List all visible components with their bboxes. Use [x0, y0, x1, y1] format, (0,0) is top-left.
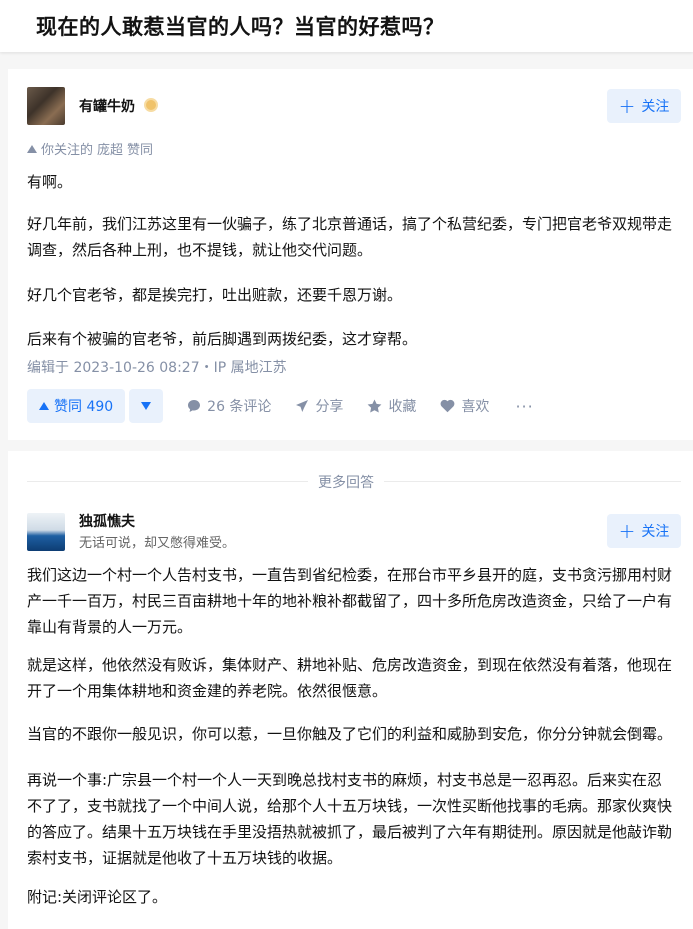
answer-paragraph: 再说一个事:广宗县一个村一个人一天到晚总找村支书的麻烦，村支书总是一忍再忍。后来…	[27, 771, 673, 867]
upvote-icon	[39, 402, 49, 410]
upvote-note-user[interactable]: 庞超	[97, 139, 123, 158]
more-options-button[interactable]: ···	[515, 397, 533, 416]
upvote-note-prefix: 你关注的	[41, 143, 94, 158]
verified-badge-icon	[144, 98, 158, 112]
answer-paragraph: 后来有个被骗的官老爷，前后脚遇到两拨纪委，这才穿帮。	[27, 330, 418, 348]
author-name[interactable]: 有罐牛奶	[79, 96, 135, 116]
share-label: 分享	[315, 399, 344, 415]
author-bio: 无话可说，却又憋得难受。	[79, 536, 236, 551]
plus-icon: +	[618, 94, 636, 118]
question-title[interactable]: 现在的人敢惹当官的人吗？当官的好惹吗？	[36, 11, 445, 41]
comment-label: 26 条评论	[207, 399, 272, 415]
star-icon	[368, 399, 382, 413]
follow-button[interactable]: + 关注	[607, 89, 681, 123]
answer-paragraph: 好几个官老爷，都是挨完打，吐出赃款，还要千恩万谢。	[27, 286, 403, 304]
follow-label: 关注	[641, 99, 670, 115]
action-bar: 赞同 490 26 条评论 分享 收藏 喜欢 ···	[27, 389, 534, 423]
friend-upvote-note: 你关注的 庞超 赞同	[27, 139, 153, 158]
plus-icon: +	[618, 519, 636, 543]
more-answers-label: 更多回答	[308, 472, 384, 492]
answer-paragraph: 我们这边一个村一个人告村支书，一直告到省纪检委，在邢台市平乡县开的庭，支书贪污挪…	[27, 566, 673, 636]
avatar[interactable]	[27, 513, 65, 551]
collect-label: 收藏	[388, 399, 417, 415]
answer-card: 更多回答 独孤憔夫 无话可说，却又憋得难受。 + 关注 我们这边一个村一个人告村…	[8, 451, 693, 929]
upvote-triangle-icon	[27, 144, 37, 153]
upvote-label: 赞同 490	[54, 399, 114, 415]
answer-paragraph: 附记:关闭评论区了。	[27, 888, 168, 906]
downvote-icon	[141, 402, 152, 410]
follow-label: 关注	[641, 524, 670, 540]
answer-paragraph: 有啊。	[27, 173, 73, 191]
like-label: 喜欢	[461, 399, 490, 415]
comment-button[interactable]: 26 条评论	[187, 396, 271, 416]
answer-paragraph: 就是这样，他依然没有败诉，集体财产、耕地补贴、危房改造资金，到现在依然没有着落，…	[27, 656, 673, 700]
answer-paragraph: 好几年前，我们江苏这里有一伙骗子，练了北京普通话，搞了个私营纪委，专门把官老爷双…	[27, 215, 673, 259]
follow-button[interactable]: + 关注	[607, 514, 681, 548]
comment-icon	[188, 400, 201, 412]
answer-paragraph: 当官的不跟你一般见识，你可以惹，一旦你触及了它们的利益和威胁到安危，你分分钟就会…	[27, 725, 673, 743]
author-name[interactable]: 独孤憔夫	[79, 511, 135, 531]
like-button[interactable]: 喜欢	[440, 396, 489, 416]
share-button[interactable]: 分享	[295, 396, 343, 416]
downvote-button[interactable]	[129, 389, 164, 423]
avatar[interactable]	[27, 87, 65, 125]
upvote-button[interactable]: 赞同 490	[27, 389, 126, 423]
collect-button[interactable]: 收藏	[367, 396, 416, 416]
share-icon	[296, 400, 309, 412]
question-header: 现在的人敢惹当官的人吗？当官的好惹吗？	[0, 0, 693, 52]
upvote-note-action: 赞同	[127, 143, 154, 158]
edit-timestamp[interactable]: 编辑于 2023-10-26 08:27・IP 属地江苏	[27, 357, 287, 377]
heart-icon	[441, 399, 455, 413]
answer-card: 有罐牛奶 + 关注 你关注的 庞超 赞同 有啊。 好几年前，我们江苏这里有一伙骗…	[8, 69, 693, 440]
